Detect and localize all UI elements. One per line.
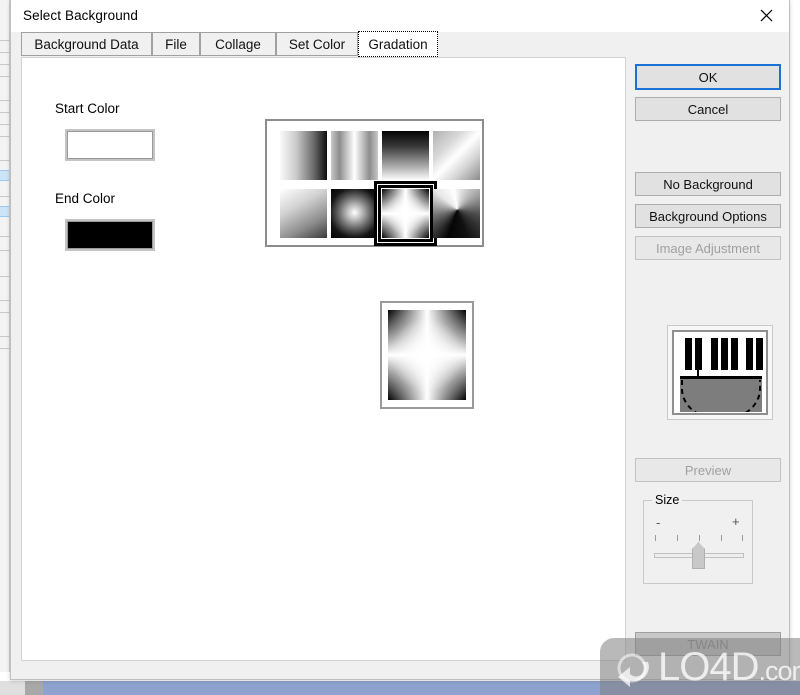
gradient-large-preview [380, 301, 474, 409]
tab-label: Set Color [288, 36, 346, 52]
background-options-button[interactable]: Background Options [635, 204, 781, 228]
tab-label: Gradation [368, 36, 428, 52]
size-legend: Size [652, 493, 683, 507]
tab-set-color[interactable]: Set Color [276, 32, 358, 56]
no-background-button[interactable]: No Background [635, 172, 781, 196]
tab-gradation[interactable]: Gradation [358, 31, 438, 57]
twain-button: TWAIN [635, 632, 781, 656]
side-button-panel: OK Cancel No Background Background Optio… [633, 57, 783, 661]
gradient-pattern-2[interactable] [331, 131, 378, 180]
gradient-pattern-4[interactable] [433, 131, 480, 180]
gradient-pattern-6[interactable] [331, 189, 378, 238]
size-minus-label[interactable]: - [656, 515, 660, 530]
tab-collage[interactable]: Collage [200, 32, 276, 56]
background-taskbar-button [25, 681, 43, 695]
background-window-sidebar [0, 0, 10, 672]
gradient-pattern-1[interactable] [280, 131, 327, 180]
preview-button: Preview [635, 458, 781, 482]
select-background-dialog: Select Background Background Data File C… [10, 0, 790, 680]
image-adjustment-button: Image Adjustment [635, 236, 781, 260]
gradation-panel: Start Color End Color [21, 57, 626, 661]
close-icon[interactable] [743, 0, 789, 31]
size-plus-label[interactable]: + [732, 514, 740, 529]
tab-strip: Background Data File Collage Set Color G… [21, 31, 781, 58]
cancel-button[interactable]: Cancel [635, 97, 781, 121]
tab-file[interactable]: File [152, 32, 200, 56]
end-color-label: End Color [55, 191, 116, 206]
end-color-swatch[interactable] [65, 219, 155, 251]
gradient-pattern-5[interactable] [280, 189, 327, 238]
ok-button[interactable]: OK [635, 64, 781, 90]
tab-label: Collage [215, 36, 261, 52]
gradient-pattern-7[interactable] [378, 185, 433, 242]
start-color-label: Start Color [55, 101, 120, 116]
dialog-title: Select Background [23, 8, 139, 23]
size-group: Size - + [643, 493, 753, 584]
start-color-swatch[interactable] [65, 129, 155, 161]
size-slider-thumb[interactable] [692, 542, 705, 569]
gradient-pattern-3[interactable] [382, 131, 429, 180]
dialog-titlebar: Select Background [11, 0, 789, 32]
background-taskbar [0, 681, 800, 695]
size-tick-marks [655, 535, 743, 541]
gradient-pattern-8[interactable] [433, 189, 480, 238]
tab-label: Background Data [34, 36, 139, 52]
tab-background-data[interactable]: Background Data [21, 32, 152, 56]
piano-keyboard-selection-icon [667, 325, 773, 420]
tab-label: File [165, 36, 187, 52]
gradient-pattern-palette [265, 119, 484, 247]
